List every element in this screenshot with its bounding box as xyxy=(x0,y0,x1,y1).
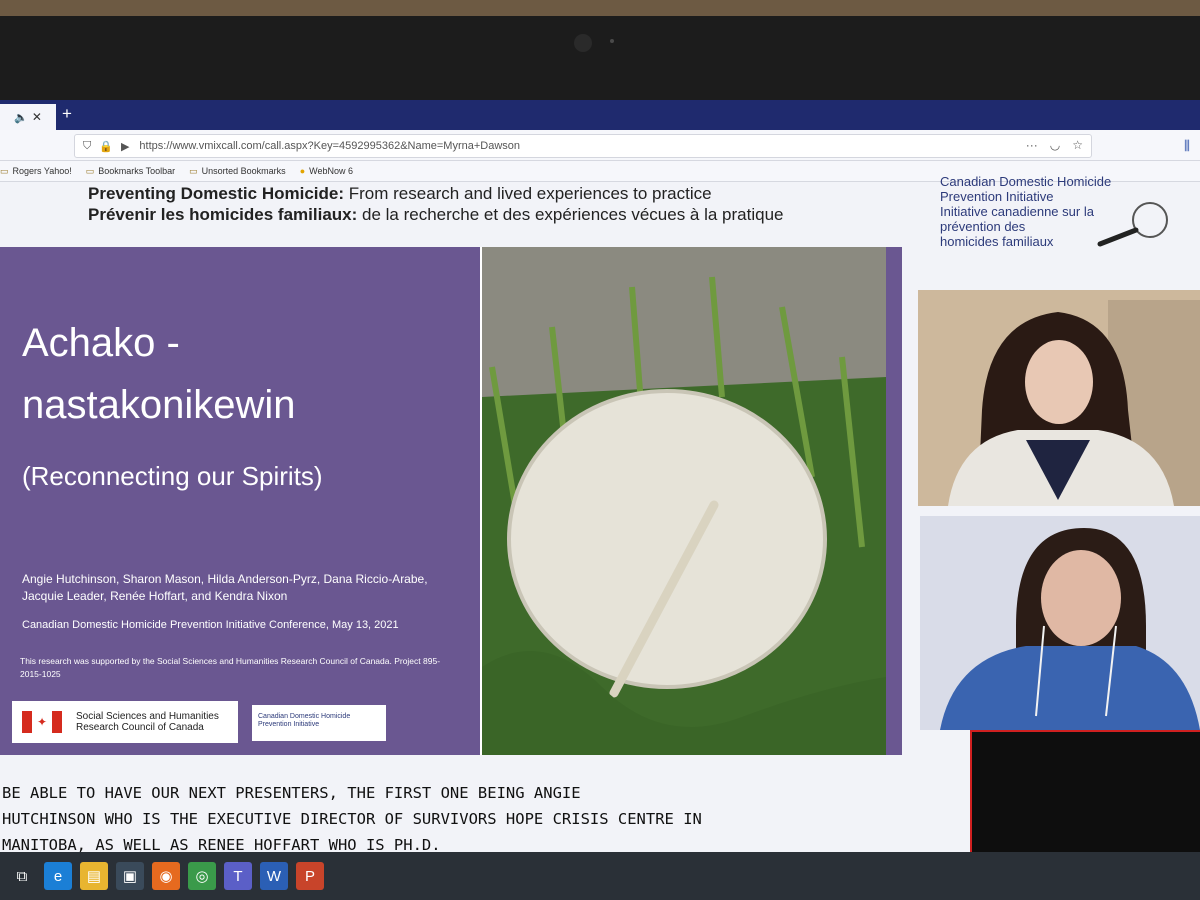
bookmark-toolbar-folder[interactable]: ▭ Bookmarks Toolbar xyxy=(86,166,175,177)
slide-subtitle: (Reconnecting our Spirits) xyxy=(22,461,323,491)
url-bar[interactable]: ⛉ 🔒 ▶ https://www.vmixcall.com/call.aspx… xyxy=(74,134,1092,158)
teams-icon[interactable]: T xyxy=(224,862,252,890)
slide-title: Achako - xyxy=(22,321,180,365)
speaker-icon[interactable]: 🔈 xyxy=(14,111,28,124)
banner-english: Preventing Domestic Homicide: From resea… xyxy=(88,184,712,203)
screen: 🔈 ✕ + ⛉ 🔒 ▶ https://www.vmixcall.com/cal… xyxy=(0,100,1200,900)
folder-icon: ▭ xyxy=(189,165,198,176)
lock-icon[interactable]: 🔒 xyxy=(99,140,113,153)
url-text[interactable]: https://www.vmixcall.com/call.aspx?Key=4… xyxy=(139,140,520,152)
slide-edge xyxy=(886,247,902,755)
slide-authors: Angie Hutchinson, Sharon Mason, Hilda An… xyxy=(22,572,428,603)
bookmark-star-icon[interactable]: ☆ xyxy=(1072,138,1083,152)
caption-line: BE ABLE TO HAVE OUR NEXT PRESENTERS, THE… xyxy=(2,784,581,802)
chrome-icon[interactable]: ◎ xyxy=(188,862,216,890)
close-icon[interactable]: ✕ xyxy=(32,110,42,124)
magnifying-glass-icon xyxy=(1097,202,1168,247)
shield-icon[interactable]: ⛉ xyxy=(83,140,91,153)
folder-icon: ▭ xyxy=(85,165,95,176)
library-icon[interactable]: ⫼ xyxy=(1184,138,1190,154)
webcam-icon xyxy=(574,34,592,52)
sshrc-logo: ✦ Social Sciences and Humanities Researc… xyxy=(12,701,238,743)
folder-icon: ▭ xyxy=(0,165,9,176)
file-explorer-icon[interactable]: ▤ xyxy=(80,862,108,890)
url-actions: ··· ◡ ☆ xyxy=(1026,138,1083,152)
webcam-led xyxy=(610,39,614,43)
banner-french: Prévenir les homicides familiaux: de la … xyxy=(88,205,784,224)
store-icon[interactable]: ▣ xyxy=(116,862,144,890)
camera-icon[interactable]: ▶ xyxy=(121,140,129,153)
tab-strip: 🔈 ✕ + xyxy=(0,100,1200,130)
background-wall xyxy=(0,0,1200,16)
taskbar: ⧉ e ▤ ▣ ◉ ◎ T W P xyxy=(0,852,1200,900)
edge-icon[interactable]: e xyxy=(44,862,72,890)
canada-flag-icon: ✦ xyxy=(22,711,62,733)
bookmark-unsorted[interactable]: ▭ Unsorted Bookmarks xyxy=(189,166,286,177)
participant-video-1[interactable] xyxy=(918,290,1200,506)
slide-text-panel: Achako - nastakonikewin (Reconnecting ou… xyxy=(0,247,480,755)
bookmark-rogers[interactable]: ▭ Rogers Yahoo! xyxy=(0,166,72,177)
slide-conference: Canadian Domestic Homicide Prevention In… xyxy=(22,619,399,631)
webnow-icon: ● xyxy=(299,166,306,176)
cdhpi-small-logo: Canadian Domestic Homicide Prevention In… xyxy=(252,705,386,741)
empty-video-slot xyxy=(970,730,1200,868)
word-icon[interactable]: W xyxy=(260,862,288,890)
participant-video-2[interactable] xyxy=(920,516,1200,730)
bookmark-webnow[interactable]: ● WebNow 6 xyxy=(300,166,353,176)
monitor-bezel xyxy=(0,0,1200,100)
pocket-icon[interactable]: ◡ xyxy=(1050,138,1060,152)
presentation-slide: Achako - nastakonikewin (Reconnecting ou… xyxy=(0,247,902,755)
nav-bar: ⛉ 🔒 ▶ https://www.vmixcall.com/call.aspx… xyxy=(0,130,1200,161)
new-tab-button[interactable]: + xyxy=(62,104,72,124)
browser-tab[interactable]: 🔈 ✕ xyxy=(0,104,56,130)
caption-line: HUTCHINSON WHO IS THE EXECUTIVE DIRECTOR… xyxy=(2,810,702,828)
powerpoint-icon[interactable]: P xyxy=(296,862,324,890)
more-icon[interactable]: ··· xyxy=(1026,138,1038,152)
slide-funding-note: This research was supported by the Socia… xyxy=(20,656,441,679)
task-view-icon[interactable]: ⧉ xyxy=(8,862,36,890)
page-content: Preventing Domestic Homicide: From resea… xyxy=(0,174,1200,868)
drum-photo xyxy=(482,247,886,755)
slide-title-line2: nastakonikewin xyxy=(22,383,296,427)
closed-captions: BE ABLE TO HAVE OUR NEXT PRESENTERS, THE… xyxy=(2,780,962,858)
firefox-icon[interactable]: ◉ xyxy=(152,862,180,890)
